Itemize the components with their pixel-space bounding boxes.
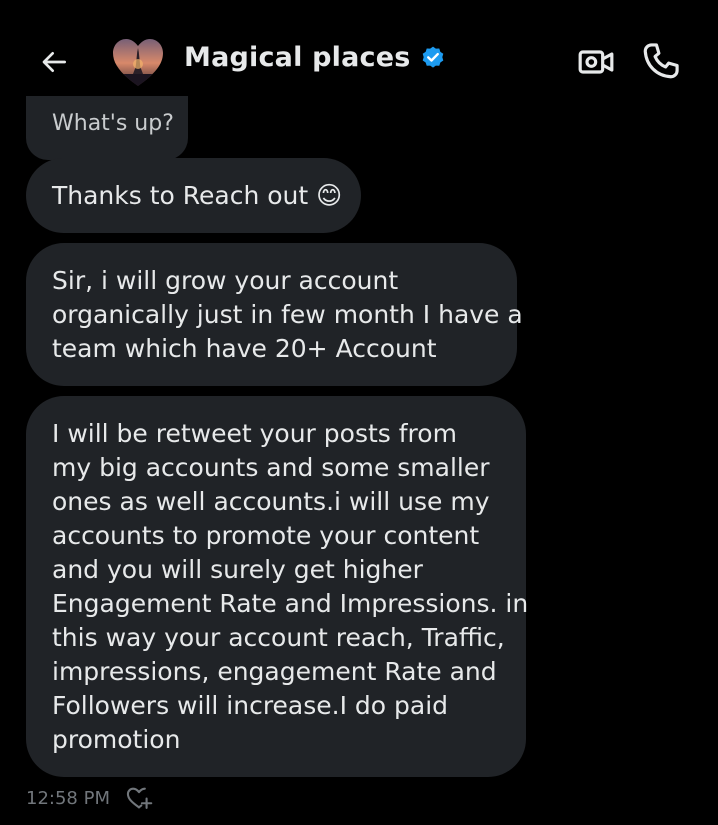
verified-badge-icon: [422, 46, 443, 68]
message-bubble[interactable]: Thanks to Reach out 😊: [26, 158, 361, 233]
message-text: organically just in few month I have a: [52, 300, 523, 329]
message-text: Engagement Rate and Impressions. in: [52, 589, 529, 618]
conversation-header: Magical places: [0, 0, 718, 108]
message-text: and you will surely get higher: [52, 555, 423, 584]
message-timestamp: 12:58 PM: [26, 787, 110, 809]
avatar[interactable]: [111, 36, 165, 90]
message-text: my big accounts and some smaller: [52, 453, 490, 482]
message-text: Sir, i will grow your account: [52, 266, 399, 295]
message-bubble[interactable]: What's up?: [26, 96, 188, 160]
message-text: accounts to promote your content: [52, 521, 480, 550]
message-text: Thanks to Reach out 😊: [52, 180, 343, 210]
heart-landscape-avatar: [113, 39, 163, 86]
message-text: promotion: [52, 725, 181, 754]
message-text: I will be retweet your posts from: [52, 419, 457, 448]
message-text: Followers will increase.I do paid: [52, 691, 449, 720]
message-bubble[interactable]: I will be retweet your posts from my big…: [26, 396, 529, 777]
message-text: ones as well accounts.i will use my: [52, 487, 490, 516]
message-bubble[interactable]: Sir, i will grow your account organicall…: [26, 243, 523, 386]
message-text: team which have 20+ Account: [52, 334, 437, 363]
add-reaction-heart-icon[interactable]: [124, 784, 154, 812]
page-title: Magical places: [184, 42, 411, 73]
voice-call-button[interactable]: [640, 40, 682, 82]
message-text: this way your account reach, Traffic,: [52, 623, 505, 652]
message-meta: 12:58 PM: [26, 784, 154, 812]
message-text: impressions, engagement Rate and: [52, 657, 497, 686]
arrow-left-icon: [42, 52, 66, 72]
phone-icon: [643, 43, 679, 79]
video-call-button[interactable]: [576, 42, 616, 82]
back-button[interactable]: [32, 40, 76, 84]
header-title-group[interactable]: Magical places: [184, 42, 446, 73]
video-camera-icon: [578, 50, 614, 74]
message-text: What's up?: [52, 111, 174, 136]
